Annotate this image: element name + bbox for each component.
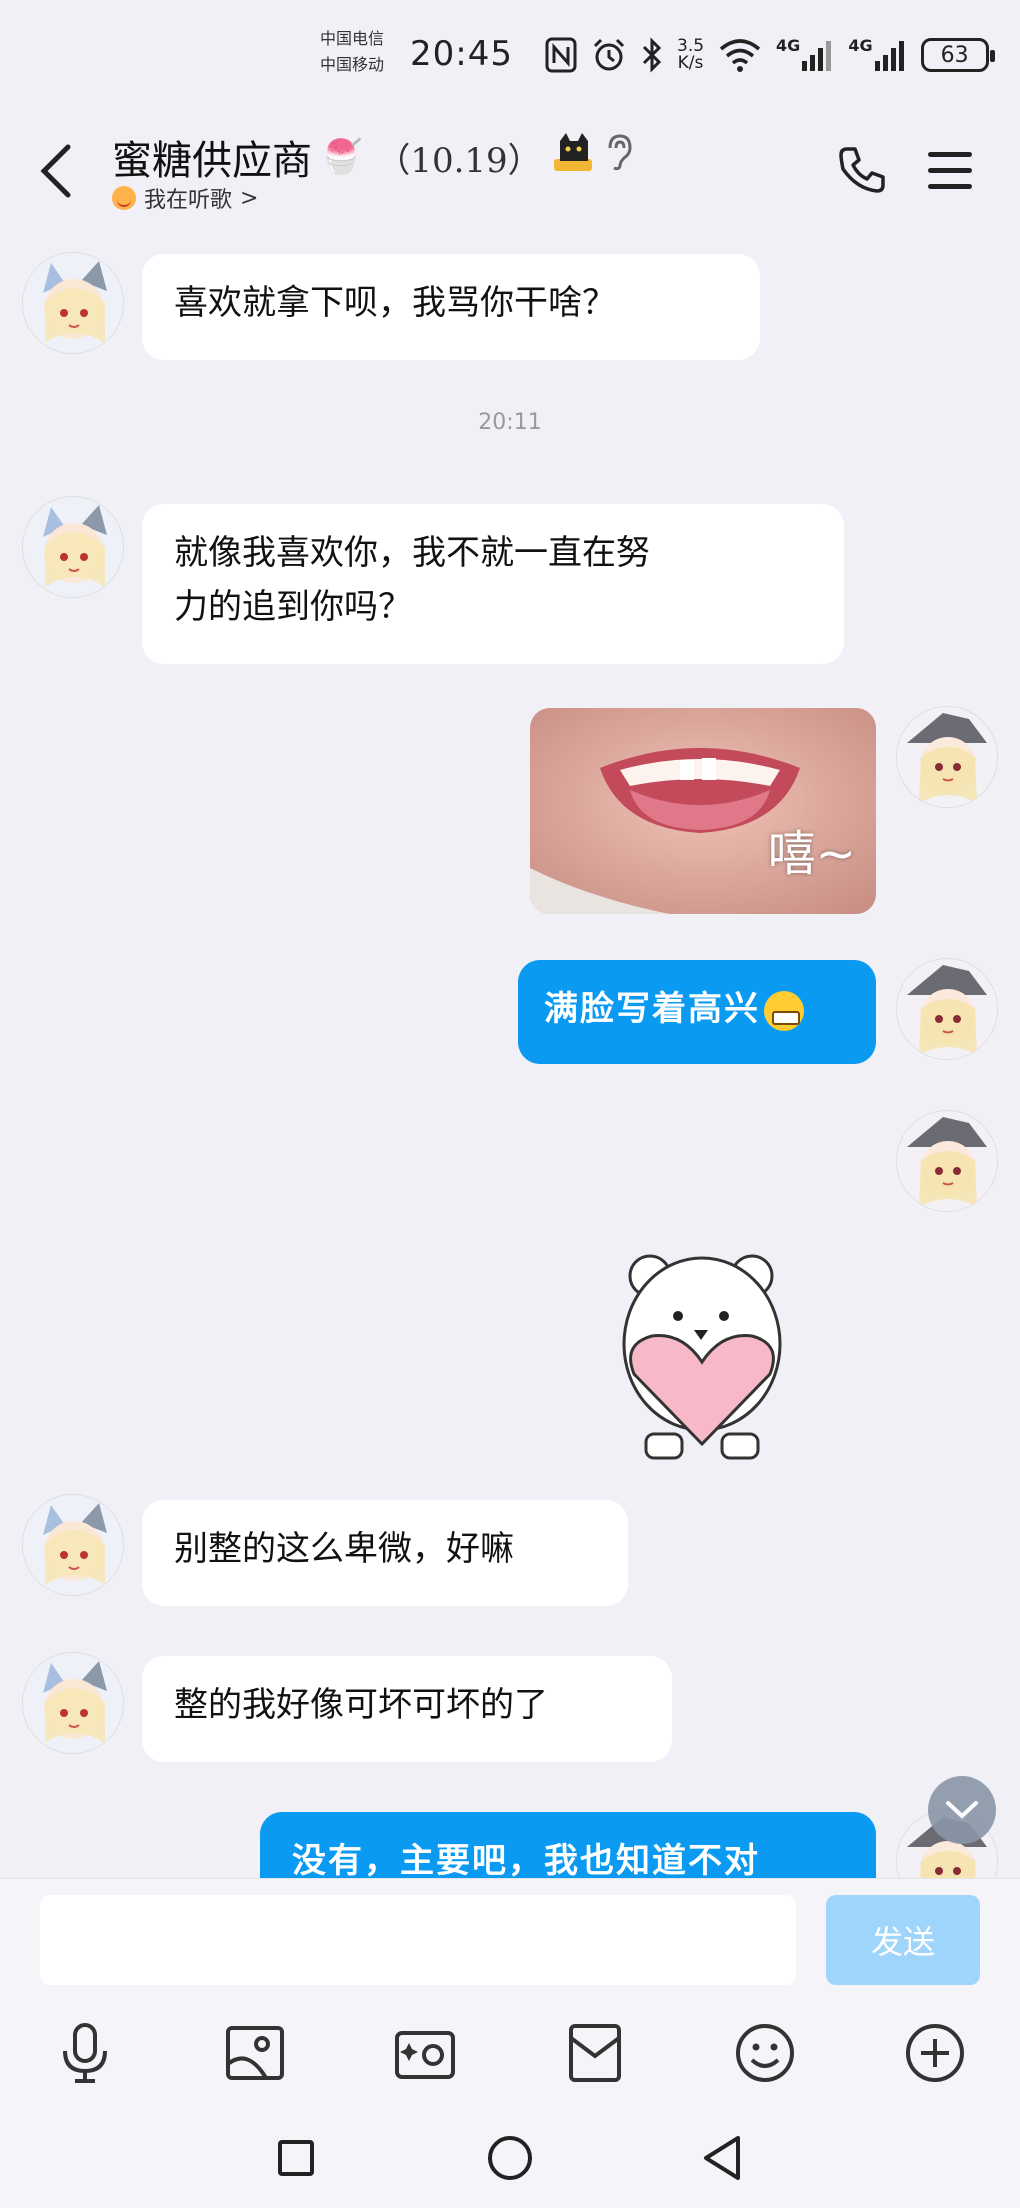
my-avatar[interactable] (896, 1110, 998, 1212)
photo-button[interactable] (220, 2018, 290, 2088)
plus-icon (906, 2024, 964, 2082)
emoji-icon (736, 2024, 794, 2082)
emoji-button[interactable] (730, 2018, 800, 2088)
message-text: 喜欢就拿下呗，我骂你干啥？ (174, 283, 616, 323)
camera-button[interactable] (390, 2018, 460, 2088)
message-text-line: 就像我喜欢你，我不就一直在努 (174, 533, 650, 573)
nfc-icon (545, 37, 577, 73)
menu-line (928, 183, 972, 189)
contact-avatar[interactable] (22, 252, 124, 354)
listening-status[interactable]: 我在听歌 > (112, 182, 258, 214)
message-timestamp: 20:11 (478, 410, 542, 435)
status-time: 20:45 (410, 34, 513, 74)
battery-icon: 63 (920, 38, 995, 72)
message-input[interactable] (40, 1895, 796, 1985)
chat-header: 蜜糖供应商 🍧 （10.19） 我在听歌 > (0, 110, 1020, 232)
status-bar: 中国电信 中国移动 20:45 3.5 K/s 4G 4G 63 (0, 0, 1020, 110)
message-text-line: 力的追到你吗？ (174, 587, 412, 627)
photo-caption: 嘻~ (767, 826, 856, 882)
call-button[interactable] (832, 140, 892, 200)
carrier-2: 中国移动 (320, 55, 385, 74)
recent-apps-icon (278, 2140, 314, 2176)
microphone-icon (63, 2023, 107, 2083)
scroll-to-bottom-button[interactable] (928, 1776, 996, 1844)
signal-1-icon: 4G (776, 36, 834, 71)
wifi-icon (718, 37, 762, 73)
black-cat-icon (550, 129, 596, 185)
smiley-status-icon (112, 186, 136, 210)
alarm-icon (591, 37, 627, 73)
voice-button[interactable] (50, 2018, 120, 2088)
input-bar: 发送 (0, 1878, 1020, 1998)
chevron-down-icon (946, 1801, 978, 1819)
status-text: 我在听歌 (144, 188, 233, 213)
contact-avatar[interactable] (22, 1494, 124, 1596)
incoming-message[interactable]: 整的我好像可坏可坏的了 (142, 1656, 672, 1762)
message-text: 没有，主要吧，我也知道不对 (292, 1841, 760, 1878)
chevron-left-icon (40, 144, 71, 198)
recent-apps-button[interactable] (268, 2130, 324, 2186)
grin-emoji-icon (764, 990, 804, 1031)
system-nav-bar (0, 2108, 1020, 2208)
net-speed: 3.5 K/s (677, 36, 705, 73)
image-icon (226, 2026, 284, 2080)
carrier-labels: 中国电信 中国移动 (320, 26, 384, 78)
signal-2-icon: 4G (848, 36, 906, 71)
menu-line (928, 151, 972, 157)
contact-avatar[interactable] (22, 1652, 124, 1754)
carrier-1: 中国电信 (320, 29, 385, 48)
outgoing-message[interactable]: 没有，主要吧，我也知道不对 (260, 1812, 876, 1878)
menu-line (928, 167, 972, 173)
status-icons: 3.5 K/s 4G 4G 63 (545, 30, 995, 80)
back-nav-icon (704, 2136, 740, 2180)
back-nav-button[interactable] (694, 2130, 750, 2186)
chat-title[interactable]: 蜜糖供应商 🍧 （10.19） (112, 128, 634, 186)
my-avatar[interactable] (896, 706, 998, 808)
input-toolbar (0, 1998, 1020, 2108)
photo-message[interactable]: 嘻~ (530, 708, 876, 914)
home-icon (488, 2136, 532, 2180)
message-text: 别整的这么卑微，好嘛 (174, 1529, 514, 1569)
group-count: （10.19） (376, 140, 542, 181)
red-packet-button[interactable] (560, 2018, 630, 2088)
red-packet-icon (569, 2024, 621, 2082)
shaved-ice-emoji: 🍧 (320, 137, 363, 177)
send-button[interactable]: 发送 (826, 1895, 980, 1985)
incoming-message[interactable]: 就像我喜欢你，我不就一直在努 力的追到你吗？ (142, 504, 844, 664)
camera-icon (395, 2031, 455, 2079)
phone-icon (839, 147, 885, 193)
message-list[interactable]: 喜欢就拿下呗，我骂你干啥？ 20:11 就像我喜欢你，我不就一直在努 力的追到你… (0, 232, 1020, 1878)
outgoing-message[interactable]: 满脸写着高兴 (518, 960, 876, 1064)
contact-avatar[interactable] (22, 496, 124, 598)
group-name: 蜜糖供应商 (112, 138, 312, 184)
ear-icon (604, 132, 634, 182)
incoming-message[interactable]: 别整的这么卑微，好嘛 (142, 1500, 628, 1606)
menu-button[interactable] (920, 140, 980, 200)
back-button[interactable] (28, 136, 84, 206)
message-text: 满脸写着高兴 (544, 989, 760, 1029)
home-button[interactable] (482, 2130, 538, 2186)
bluetooth-icon (641, 37, 663, 73)
status-arrow: > (240, 185, 259, 211)
bear-heart-sticker[interactable] (612, 1244, 792, 1464)
message-text: 整的我好像可坏可坏的了 (174, 1685, 548, 1725)
more-button[interactable] (900, 2018, 970, 2088)
my-avatar[interactable] (896, 958, 998, 1060)
incoming-message[interactable]: 喜欢就拿下呗，我骂你干啥？ (142, 254, 760, 360)
